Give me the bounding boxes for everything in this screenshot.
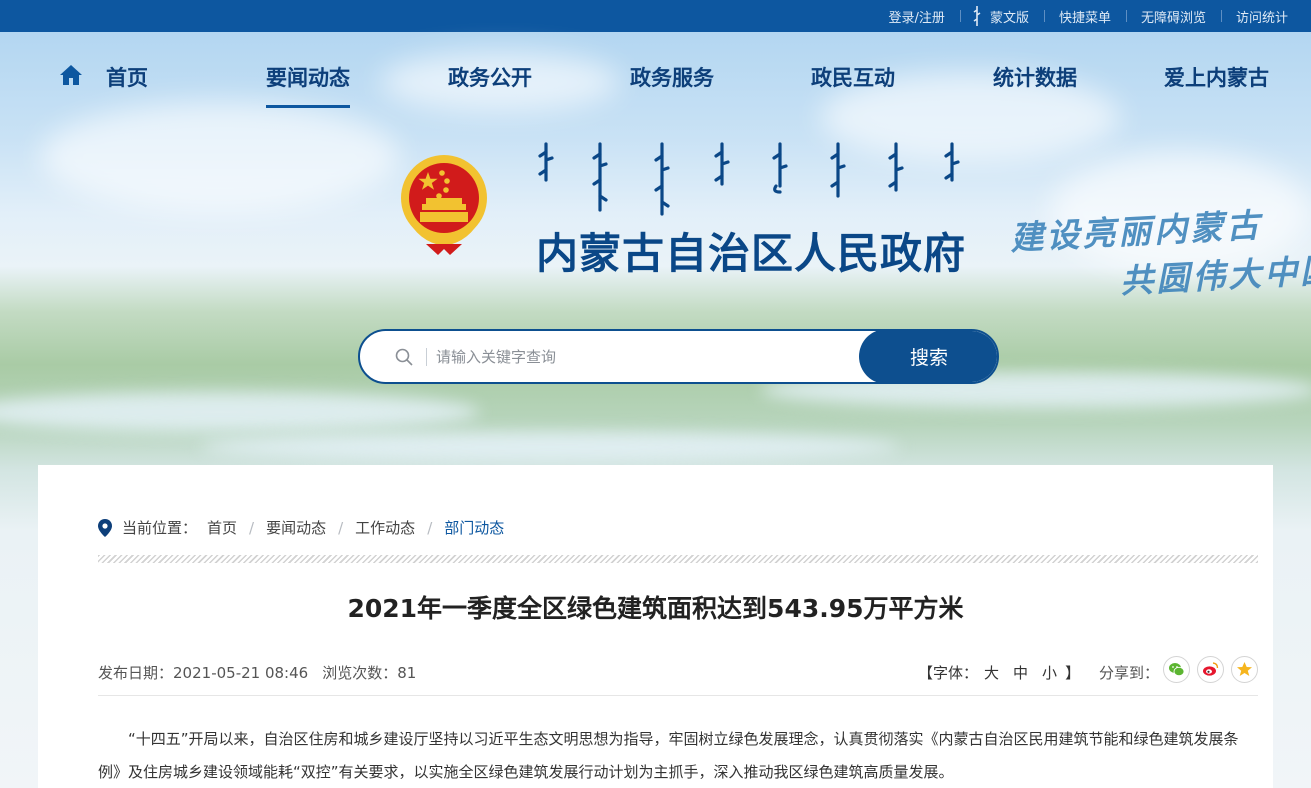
main-navigation: 首页 要闻动态 政务公开 政务服务 政民互动 统计数据 爱上内蒙古 — [0, 32, 1311, 122]
search-bar: 搜索 — [358, 329, 999, 384]
article-panel: 当前位置： 首页 / 要闻动态 / 工作动态 / 部门动态 2021年一季度全区… — [38, 465, 1273, 788]
share-label: 分享到： — [1099, 664, 1160, 682]
nav-love-inner-mongolia[interactable]: 爱上内蒙古 — [1164, 62, 1269, 92]
search-icon — [395, 348, 413, 366]
breadcrumb-department-news[interactable]: 部门动态 — [444, 517, 504, 538]
article-meta: 发布日期：2021-05-21 08:46 浏览次数：81 — [98, 662, 416, 683]
breadcrumb-news[interactable]: 要闻动态 — [266, 517, 326, 538]
search-divider — [426, 348, 427, 366]
font-medium-button[interactable]: 中 — [1013, 664, 1028, 682]
font-size-controls: 【字体： 大中小】 — [918, 662, 1080, 683]
location-pin-icon — [98, 518, 112, 537]
font-size-label: 【字体： — [918, 664, 979, 682]
hatched-divider — [98, 555, 1258, 563]
meta-divider — [98, 695, 1258, 696]
article-paragraph: “十四五”开局以来，自治区住房和城乡建设厅坚持以习近平生态文明思想为指导，牢固树… — [98, 730, 1239, 781]
breadcrumb-work-news[interactable]: 工作动态 — [355, 517, 415, 538]
share-favorite-button[interactable] — [1231, 656, 1258, 683]
national-emblem-icon — [401, 155, 487, 255]
top-utility-bar: 登录/注册 蒙文版 快捷菜单 无障碍浏览 访问统计 — [0, 0, 1311, 32]
visit-stats-link[interactable]: 访问统计 — [1220, 7, 1303, 26]
mongolian-script-icon — [538, 142, 960, 216]
favorite-star-icon — [1237, 662, 1252, 676]
nav-interaction[interactable]: 政民互动 — [811, 62, 895, 92]
login-register-link[interactable]: 登录/注册 — [874, 7, 960, 26]
publish-date: 2021-05-21 08:46 — [173, 664, 309, 682]
weibo-icon — [1203, 662, 1219, 676]
utility-links: 登录/注册 蒙文版 快捷菜单 无障碍浏览 访问统计 — [874, 0, 1303, 32]
breadcrumb-separator: / — [427, 518, 433, 537]
mongolian-script-icon — [973, 5, 981, 26]
search-input[interactable] — [436, 341, 856, 373]
nav-news[interactable]: 要闻动态 — [266, 62, 350, 108]
accessibility-link[interactable]: 无障碍浏览 — [1125, 7, 1221, 26]
wechat-icon — [1169, 663, 1185, 677]
search-button[interactable]: 搜索 — [859, 331, 997, 382]
views-label: 浏览次数： — [322, 664, 398, 682]
view-count: 81 — [397, 664, 417, 682]
breadcrumb: 当前位置： 首页 / 要闻动态 / 工作动态 / 部门动态 — [98, 517, 504, 538]
river-decoration — [200, 432, 900, 462]
site-title: 内蒙古自治区人民政府 — [536, 229, 967, 278]
font-size-close: 】 — [1065, 664, 1081, 682]
breadcrumb-home[interactable]: 首页 — [207, 517, 237, 538]
breadcrumb-separator: / — [249, 518, 255, 537]
nav-government-services[interactable]: 政务服务 — [630, 62, 714, 92]
font-small-button[interactable]: 小 — [1042, 664, 1057, 682]
font-large-button[interactable]: 大 — [984, 664, 999, 682]
nav-home[interactable]: 首页 — [106, 62, 148, 92]
article-title: 2021年一季度全区绿色建筑面积达到543.95万平方米 — [347, 594, 964, 623]
share-wechat-button[interactable] — [1163, 656, 1190, 683]
quick-menu-link[interactable]: 快捷菜单 — [1043, 7, 1126, 26]
breadcrumb-separator: / — [338, 518, 344, 537]
breadcrumb-label: 当前位置： — [122, 519, 198, 537]
share-weibo-button[interactable] — [1197, 656, 1224, 683]
nav-statistics[interactable]: 统计数据 — [993, 62, 1077, 92]
mongolian-version-label: 蒙文版 — [989, 10, 1029, 26]
date-label: 发布日期： — [98, 664, 174, 682]
river-decoration — [0, 392, 480, 432]
mongolian-version-link[interactable]: 蒙文版 — [959, 5, 1044, 26]
nav-government-affairs[interactable]: 政务公开 — [448, 62, 532, 92]
